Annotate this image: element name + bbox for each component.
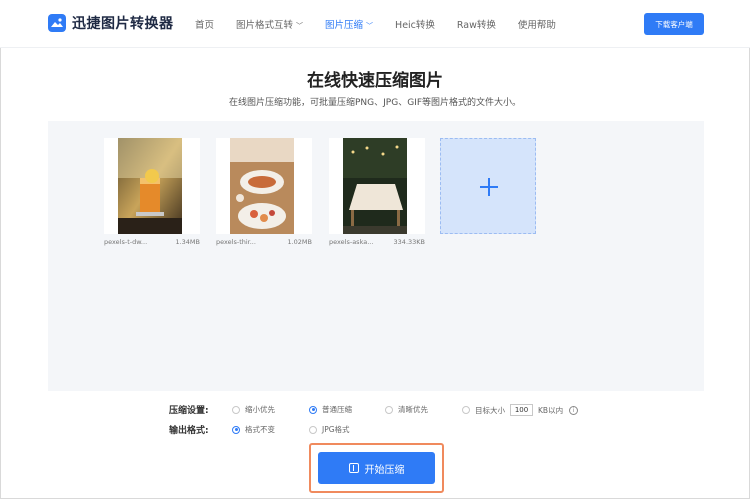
top-header: 迅捷图片转换器 首页 图片格式互转 ﹀ 图片压缩 ﹀ Heic转换 Raw转换 使用… xyxy=(0,0,750,48)
nav-item-image-compress[interactable]: 图片压缩 ﹀ xyxy=(325,17,373,31)
compress-icon xyxy=(348,463,359,473)
file-card[interactable]: pexels-aska... 334.33KB xyxy=(329,138,425,246)
garden-table-photo xyxy=(343,138,407,234)
add-image-button[interactable] xyxy=(440,138,536,234)
food-photo xyxy=(230,138,294,234)
option-size-priority[interactable]: 缩小优先 xyxy=(232,404,275,415)
upload-area[interactable]: pexels-t-dw... 1.34MB pexels-thir... 1.0… xyxy=(48,121,704,391)
plus-icon xyxy=(488,178,490,196)
radio-icon xyxy=(309,425,317,434)
file-size: 1.34MB xyxy=(175,238,200,246)
nav-item-heic[interactable]: Heic转换 xyxy=(395,17,435,31)
logo-image-icon xyxy=(48,14,66,32)
option-normal-compress[interactable]: 普通压缩 xyxy=(309,404,352,415)
output-format-label: 输出格式: xyxy=(169,426,209,436)
logo[interactable]: 迅捷图片转换器 xyxy=(48,13,174,33)
radio-icon xyxy=(462,406,470,414)
file-card[interactable]: pexels-thir... 1.02MB xyxy=(216,138,312,246)
option-clarity-priority[interactable]: 清晰优先 xyxy=(385,404,428,415)
file-thumbnail xyxy=(216,138,312,234)
file-meta: pexels-t-dw... 1.34MB xyxy=(104,238,200,246)
radio-selected-icon xyxy=(232,425,240,434)
download-client-button[interactable]: 下载客户端 xyxy=(644,13,704,35)
target-size-unit: KB以内 xyxy=(538,405,564,415)
page-subtitle: 在线图片压缩功能，可批量压缩PNG、JPG、GIF等图片格式的文件大小。 xyxy=(229,98,521,108)
nav-item-home[interactable]: 首页 xyxy=(195,17,214,31)
file-size: 334.33KB xyxy=(393,238,425,246)
main-nav: 首页 图片格式互转 ﹀ 图片压缩 ﹀ Heic转换 Raw转换 使用帮助 xyxy=(195,17,578,31)
start-compress-button[interactable]: 开始压缩 xyxy=(318,452,435,484)
option-jpg-format[interactable]: JPG格式 xyxy=(309,424,350,435)
compress-settings-label: 压缩设置: xyxy=(169,406,209,416)
nav-item-raw[interactable]: Raw转换 xyxy=(457,17,496,31)
drink-photo xyxy=(118,138,182,234)
radio-icon xyxy=(232,405,240,414)
nav-item-format-convert[interactable]: 图片格式互转 ﹀ xyxy=(236,17,303,31)
option-keep-format[interactable]: 格式不变 xyxy=(232,424,275,435)
logo-text: 迅捷图片转换器 xyxy=(72,16,174,32)
file-card[interactable]: pexels-t-dw... 1.34MB xyxy=(104,138,200,246)
file-meta: pexels-thir... 1.02MB xyxy=(216,238,312,246)
compress-settings-row: 压缩设置: 缩小优先 普通压缩 清晰优先 目标大小 100 KB以内 i xyxy=(0,403,750,417)
chevron-down-icon: ﹀ xyxy=(366,22,374,30)
page-title: 在线快速压缩图片 xyxy=(307,71,443,91)
file-thumbnail xyxy=(329,138,425,234)
file-name: pexels-thir... xyxy=(216,238,256,246)
file-name: pexels-aska... xyxy=(329,238,374,246)
chevron-down-icon: ﹀ xyxy=(296,22,304,30)
output-format-row: 输出格式: 格式不变 JPG格式 xyxy=(0,423,750,437)
file-name: pexels-t-dw... xyxy=(104,238,148,246)
info-icon[interactable]: i xyxy=(569,405,579,415)
radio-icon xyxy=(385,405,393,414)
file-size: 1.02MB xyxy=(287,238,312,246)
radio-selected-icon xyxy=(309,405,317,414)
nav-item-help[interactable]: 使用帮助 xyxy=(518,17,556,31)
option-target-size[interactable]: 目标大小 100 KB以内 i xyxy=(462,404,579,416)
target-size-input[interactable]: 100 xyxy=(510,404,533,416)
file-meta: pexels-aska... 334.33KB xyxy=(329,238,425,246)
file-thumbnail xyxy=(104,138,200,234)
